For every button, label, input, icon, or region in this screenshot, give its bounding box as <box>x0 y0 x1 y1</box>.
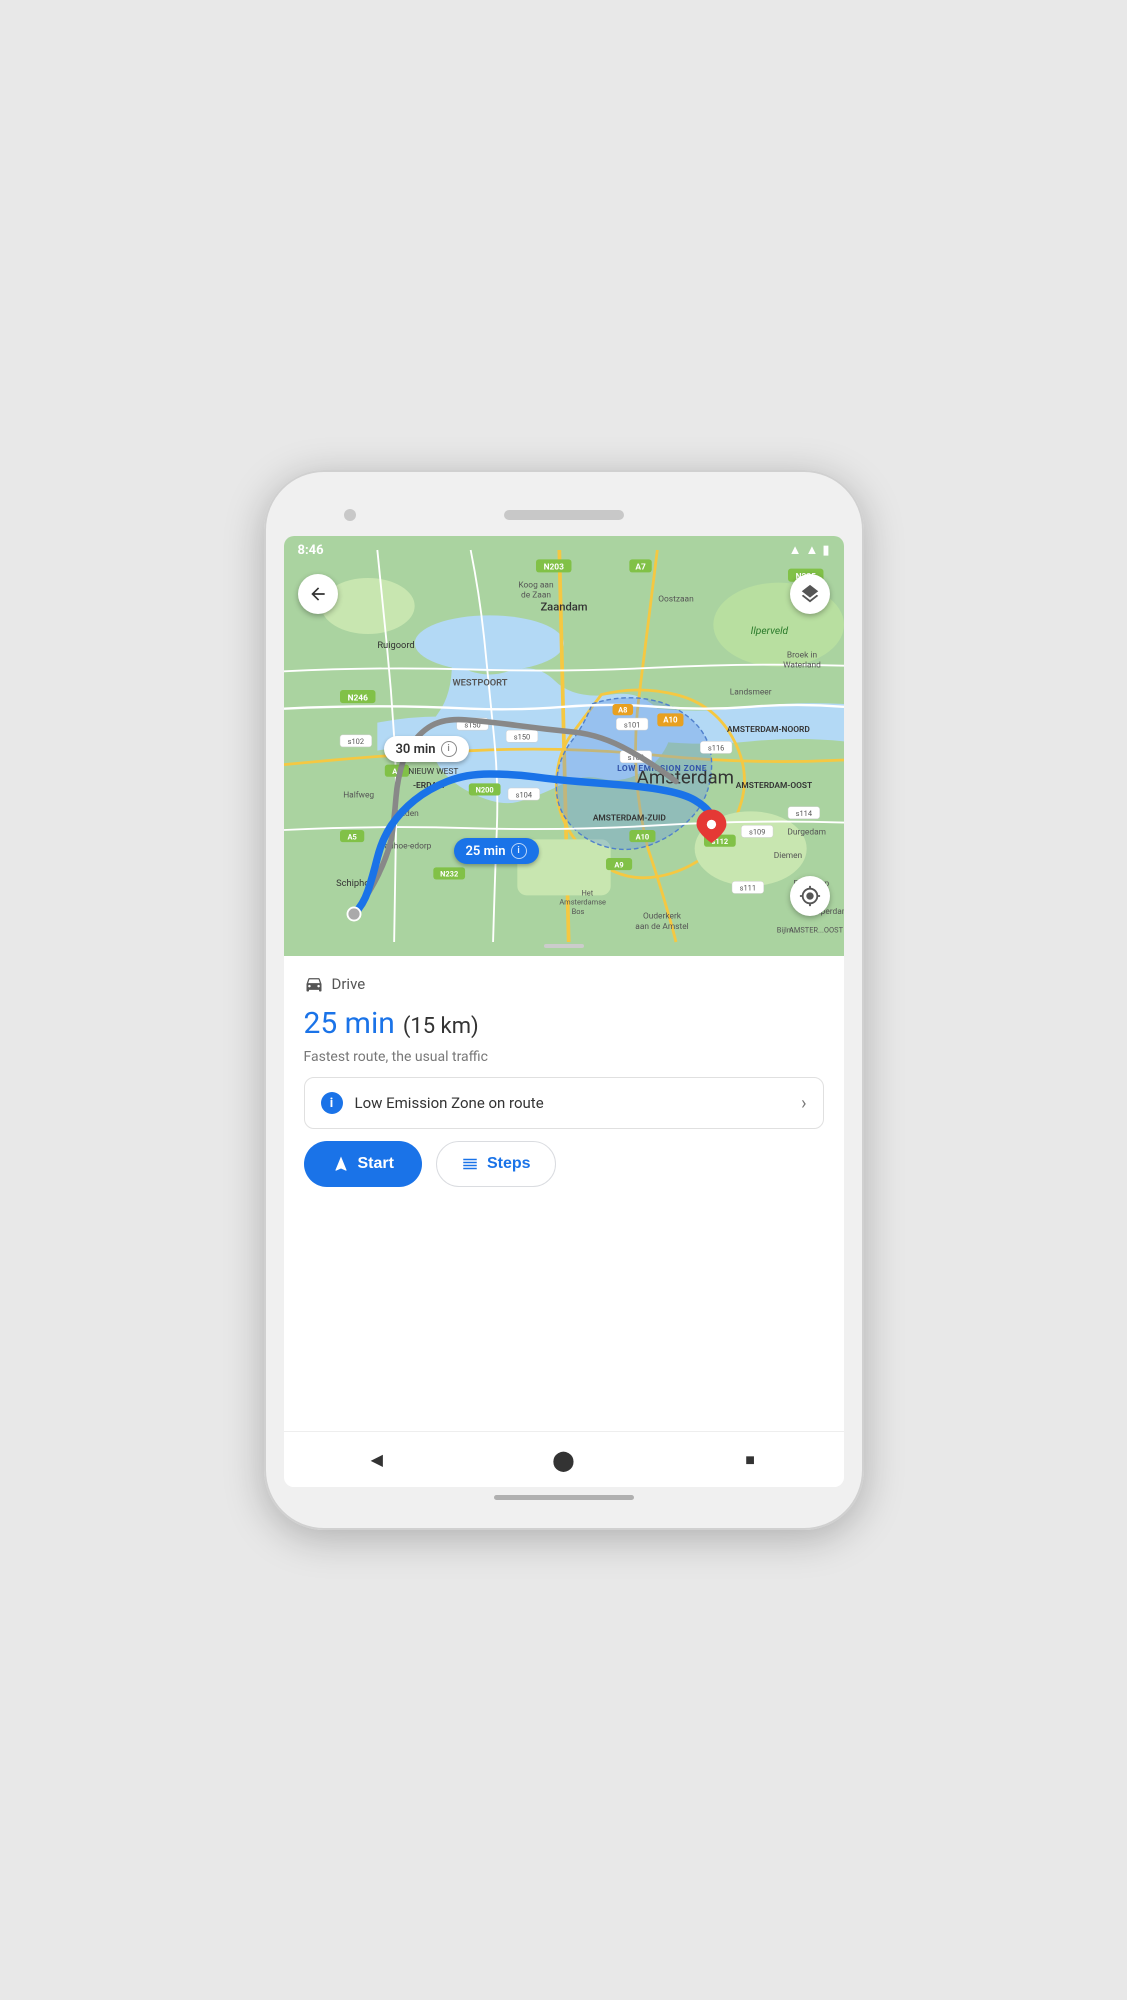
svg-text:N232: N232 <box>440 870 458 879</box>
svg-text:A7: A7 <box>635 563 646 573</box>
svg-text:A10: A10 <box>635 832 649 841</box>
svg-text:Diemen: Diemen <box>773 851 802 861</box>
svg-text:Bos: Bos <box>571 907 584 916</box>
svg-text:Halfweg: Halfweg <box>343 790 374 800</box>
nav-back-button[interactable]: ◀ <box>362 1445 392 1475</box>
svg-text:Ilperveld: Ilperveld <box>750 624 788 637</box>
lez-info-icon: i <box>321 1092 343 1114</box>
svg-text:s150: s150 <box>513 732 529 741</box>
svg-text:Durgedam: Durgedam <box>787 828 826 838</box>
camera <box>344 509 356 521</box>
svg-text:Koog aan: Koog aan <box>518 580 554 590</box>
steps-button[interactable]: Steps <box>436 1141 556 1187</box>
svg-text:Ruigoord: Ruigoord <box>377 640 414 651</box>
start-button[interactable]: Start <box>304 1141 422 1187</box>
drive-label: Drive <box>304 974 824 994</box>
svg-text:WESTPOORT: WESTPOORT <box>452 677 507 688</box>
phone-frame: 8:46 ▲ ▲ ▮ <box>264 470 864 1530</box>
svg-text:Ouderkerk: Ouderkerk <box>642 912 681 922</box>
svg-text:N200: N200 <box>475 786 493 795</box>
route-summary: 25 min (15 km) <box>304 1006 824 1041</box>
svg-text:A10: A10 <box>663 716 678 725</box>
svg-text:NIEUW WEST: NIEUW WEST <box>408 767 458 777</box>
car-icon <box>304 974 324 994</box>
svg-text:s111: s111 <box>739 884 755 893</box>
svg-text:s114: s114 <box>795 809 812 818</box>
info-icon-main: i <box>511 843 527 859</box>
svg-text:Landsmeer: Landsmeer <box>729 688 771 698</box>
route-description: Fastest route, the usual traffic <box>304 1049 824 1065</box>
battery-icon: ▮ <box>822 543 829 558</box>
main-route-badge[interactable]: 25 min i <box>454 838 539 864</box>
lez-chevron-icon: › <box>801 1093 806 1114</box>
svg-text:Oostzaan: Oostzaan <box>658 594 694 604</box>
route-distance-value: (15 km) <box>403 1014 479 1039</box>
svg-text:A9: A9 <box>614 860 623 869</box>
svg-text:s101: s101 <box>623 720 639 729</box>
route-time-value: 25 min <box>304 1006 395 1041</box>
svg-text:s102: s102 <box>347 737 363 746</box>
map-back-button[interactable] <box>298 574 338 614</box>
signal-icon: ▲ <box>805 542 818 558</box>
phone-top-bar <box>284 500 844 530</box>
svg-text:AMSTERDAM-OOST: AMSTERDAM-OOST <box>735 781 811 791</box>
nav-home-button[interactable]: ⬤ <box>548 1445 578 1475</box>
svg-text:Amsterdamse: Amsterdamse <box>559 898 606 907</box>
svg-text:A5: A5 <box>347 832 356 841</box>
phone-bottom-bar <box>494 1495 634 1500</box>
svg-text:N203: N203 <box>543 563 564 573</box>
action-buttons: Start Steps <box>304 1141 824 1187</box>
svg-text:de Zaan: de Zaan <box>521 591 551 601</box>
svg-text:AMSTERDAM-NOORD: AMSTERDAM-NOORD <box>726 725 809 735</box>
svg-text:Waterland: Waterland <box>783 661 821 671</box>
status-time: 8:46 <box>298 543 324 558</box>
speaker <box>504 510 624 520</box>
svg-text:s109: s109 <box>748 828 764 837</box>
svg-text:Bijlm...: Bijlm... <box>776 926 799 935</box>
svg-text:Broek in: Broek in <box>786 650 817 660</box>
svg-text:AMSTERDAM-ZUID: AMSTERDAM-ZUID <box>592 814 666 824</box>
steps-icon <box>461 1155 479 1173</box>
wifi-icon: ▲ <box>789 542 802 558</box>
lez-banner-left: i Low Emission Zone on route <box>321 1092 544 1114</box>
lez-banner[interactable]: i Low Emission Zone on route › <box>304 1077 824 1129</box>
location-button[interactable] <box>790 876 830 916</box>
drag-handle <box>544 944 584 948</box>
alt-route-badge[interactable]: 30 min i <box>384 736 469 762</box>
svg-text:Het: Het <box>581 888 593 897</box>
drive-text: Drive <box>332 975 366 993</box>
phone-screen: 8:46 ▲ ▲ ▮ <box>284 536 844 1487</box>
nav-bar: ◀ ⬤ ■ <box>284 1431 844 1487</box>
svg-text:s104: s104 <box>515 790 532 799</box>
map-svg: N203 A7 N235 N246 s150 s150 A5 N200 s104… <box>284 536 844 956</box>
status-icons: ▲ ▲ ▮ <box>789 542 830 558</box>
svg-text:aan de Amstel: aan de Amstel <box>635 922 688 932</box>
svg-text:Zaandam: Zaandam <box>540 601 587 614</box>
svg-text:A8: A8 <box>618 705 627 714</box>
nav-recents-button[interactable]: ■ <box>735 1445 765 1475</box>
lez-text: Low Emission Zone on route <box>355 1094 544 1112</box>
map-area: 8:46 ▲ ▲ ▮ <box>284 536 844 956</box>
svg-text:N246: N246 <box>347 693 368 703</box>
navigation-icon <box>332 1155 350 1173</box>
map-layers-button[interactable] <box>790 574 830 614</box>
svg-text:s116: s116 <box>707 744 723 753</box>
status-bar: 8:46 ▲ ▲ ▮ <box>284 536 844 564</box>
bottom-panel: Drive 25 min (15 km) Fastest route, the … <box>284 956 844 1431</box>
info-icon-alt: i <box>441 741 457 757</box>
